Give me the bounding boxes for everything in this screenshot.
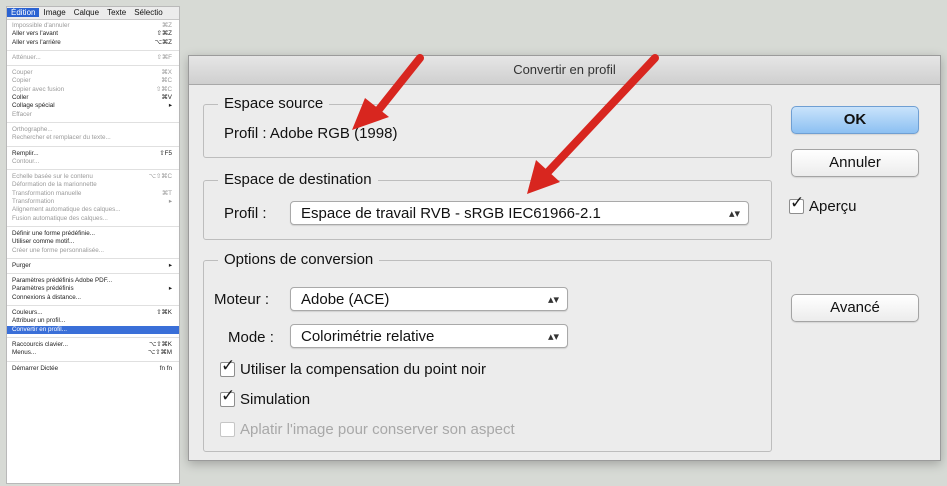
- checkbox-box[interactable]: ✓: [220, 386, 235, 407]
- select-arrows-icon: ▴▾: [728, 208, 740, 220]
- mode-label: Mode :: [228, 329, 274, 346]
- menu-separator: [7, 225, 179, 227]
- menu-edition[interactable]: Édition: [7, 8, 40, 17]
- menu-image[interactable]: Image: [39, 8, 69, 17]
- select-arrows-icon: ▴▾: [547, 294, 559, 306]
- engine-label: Moteur :: [214, 291, 270, 308]
- checkbox-box[interactable]: ✓: [220, 356, 235, 377]
- ok-button[interactable]: OK: [791, 106, 919, 134]
- source-space-group: Espace source Profil : Adobe RGB (1998): [203, 95, 772, 158]
- menu-item[interactable]: Démarrer Dictée fn fn: [7, 365, 179, 373]
- menu-item[interactable]: Transformation ▸: [7, 198, 179, 206]
- menu-item[interactable]: Remplir... ⇧F5: [7, 150, 179, 158]
- checkbox-box[interactable]: [220, 422, 235, 437]
- conversion-options-group: Options de conversion Moteur : Adobe (AC…: [203, 251, 772, 452]
- checkmark-icon: ✓: [221, 386, 236, 406]
- source-space-legend: Espace source: [218, 95, 330, 112]
- flatten-label: Aplatir l'image pour conserver son aspec…: [240, 421, 515, 438]
- checkmark-icon: ✓: [221, 356, 236, 376]
- mode-select[interactable]: Colorimétrie relative ▴▾: [290, 324, 568, 348]
- dialog-title: Convertir en profil: [189, 56, 940, 85]
- menu-item[interactable]: Rechercher et remplacer du texte...: [7, 134, 179, 142]
- menu-item-convertir-en-profil[interactable]: Convertir en profil...: [7, 325, 179, 334]
- engine-value: Adobe (ACE): [301, 291, 390, 308]
- menu-item[interactable]: Contour...: [7, 158, 179, 166]
- menu-selection[interactable]: Sélectio: [130, 8, 166, 17]
- menu-item[interactable]: Alignement automatique des calques...: [7, 206, 179, 214]
- conversion-options-legend: Options de conversion: [218, 251, 380, 268]
- menu-item[interactable]: Connexions à distance...: [7, 294, 179, 302]
- menu-separator: [7, 273, 179, 275]
- menu-item[interactable]: Fusion automatique des calques...: [7, 215, 179, 223]
- checkbox-box[interactable]: ✓: [789, 193, 804, 214]
- convert-profile-dialog: Convertir en profil Espace source Profil…: [188, 55, 941, 461]
- menu-item[interactable]: Définir une forme prédéfinie...: [7, 230, 179, 238]
- source-profile: Profil : Adobe RGB (1998): [224, 125, 397, 142]
- menu-item[interactable]: Copier ⌘C: [7, 77, 179, 85]
- menu-separator: [7, 121, 179, 123]
- menu-item[interactable]: Atténuer... ⇧⌘F: [7, 54, 179, 62]
- menu-item[interactable]: Collage spécial ▸: [7, 102, 179, 110]
- menu-item[interactable]: Purger ▸: [7, 262, 179, 270]
- menu-item[interactable]: Effacer: [7, 111, 179, 119]
- menu-separator: [7, 169, 179, 171]
- menu-item[interactable]: Orthographe...: [7, 126, 179, 134]
- menu-item[interactable]: Couper ⌘X: [7, 69, 179, 77]
- engine-select[interactable]: Adobe (ACE) ▴▾: [290, 287, 568, 311]
- source-profile-label: Profil :: [224, 125, 267, 142]
- destination-profile-value: Espace de travail RVB - sRGB IEC61966-2.…: [301, 205, 601, 222]
- menu-separator: [7, 145, 179, 147]
- menu-item[interactable]: Aller vers l'arrière ⌥⌘Z: [7, 39, 179, 47]
- menu-item[interactable]: Couleurs... ⇧⌘K: [7, 309, 179, 317]
- menu-separator: [7, 305, 179, 307]
- menu-separator: [7, 49, 179, 51]
- menu-bar: Édition Image Calque Texte Sélectio: [7, 7, 179, 20]
- menu-separator: [7, 257, 179, 259]
- black-point-checkbox[interactable]: ✓ Utiliser la compensation du point noir: [220, 356, 486, 378]
- menu-texte[interactable]: Texte: [103, 8, 130, 17]
- source-profile-value: Adobe RGB (1998): [269, 125, 398, 142]
- menu-item[interactable]: Impossible d'annuler ⌘Z: [7, 22, 179, 30]
- destination-space-legend: Espace de destination: [218, 171, 378, 188]
- menu-separator: [7, 65, 179, 67]
- flatten-checkbox[interactable]: Aplatir l'image pour conserver son aspec…: [220, 421, 515, 438]
- menu-item[interactable]: Transformation manuelle ⌘T: [7, 190, 179, 198]
- menu-calque[interactable]: Calque: [70, 8, 103, 17]
- menu-item[interactable]: Attribuer un profil...: [7, 317, 179, 325]
- menu-item[interactable]: Paramètres prédéfinis ▸: [7, 285, 179, 293]
- cancel-button[interactable]: Annuler: [791, 149, 919, 177]
- select-arrows-icon: ▴▾: [547, 331, 559, 343]
- menu-item[interactable]: Créer une forme personnalisée...: [7, 247, 179, 255]
- menu-item[interactable]: Copier avec fusion ⇧⌘C: [7, 86, 179, 94]
- mode-value: Colorimétrie relative: [301, 328, 435, 345]
- menu-item[interactable]: Utiliser comme motif...: [7, 238, 179, 246]
- preview-label: Aperçu: [809, 198, 857, 215]
- menu-item[interactable]: Déformation de la marionnette: [7, 181, 179, 189]
- simulation-checkbox[interactable]: ✓ Simulation: [220, 386, 311, 408]
- destination-profile-label: Profil :: [224, 205, 267, 222]
- menu-separator: [7, 360, 179, 362]
- simulation-label: Simulation: [240, 391, 311, 408]
- destination-profile-select[interactable]: Espace de travail RVB - sRGB IEC61966-2.…: [290, 201, 749, 225]
- menu-item[interactable]: Menus... ⌥⇧⌘M: [7, 349, 179, 357]
- menu-item[interactable]: Paramètres prédéfinis Adobe PDF...: [7, 277, 179, 285]
- edit-menu-items: Impossible d'annuler ⌘Z Aller vers l'avan…: [7, 20, 179, 373]
- menu-item[interactable]: Echelle basée sur le contenu ⌥⇧⌘C: [7, 173, 179, 181]
- destination-space-group: Espace de destination Profil : Espace de…: [203, 171, 772, 240]
- menu-item[interactable]: Aller vers l'avant ⇧⌘Z: [7, 30, 179, 38]
- preview-checkbox[interactable]: ✓ Aperçu: [789, 193, 857, 215]
- advanced-button[interactable]: Avancé: [791, 294, 919, 322]
- menu-item[interactable]: Raccourcis clavier... ⌥⇧⌘K: [7, 341, 179, 349]
- menu-item[interactable]: Coller ⌘V: [7, 94, 179, 102]
- black-point-label: Utiliser la compensation du point noir: [240, 361, 486, 378]
- checkmark-icon: ✓: [790, 193, 805, 213]
- edit-menu: Édition Image Calque Texte Sélectio Impossib…: [6, 6, 180, 484]
- menu-separator: [7, 336, 179, 338]
